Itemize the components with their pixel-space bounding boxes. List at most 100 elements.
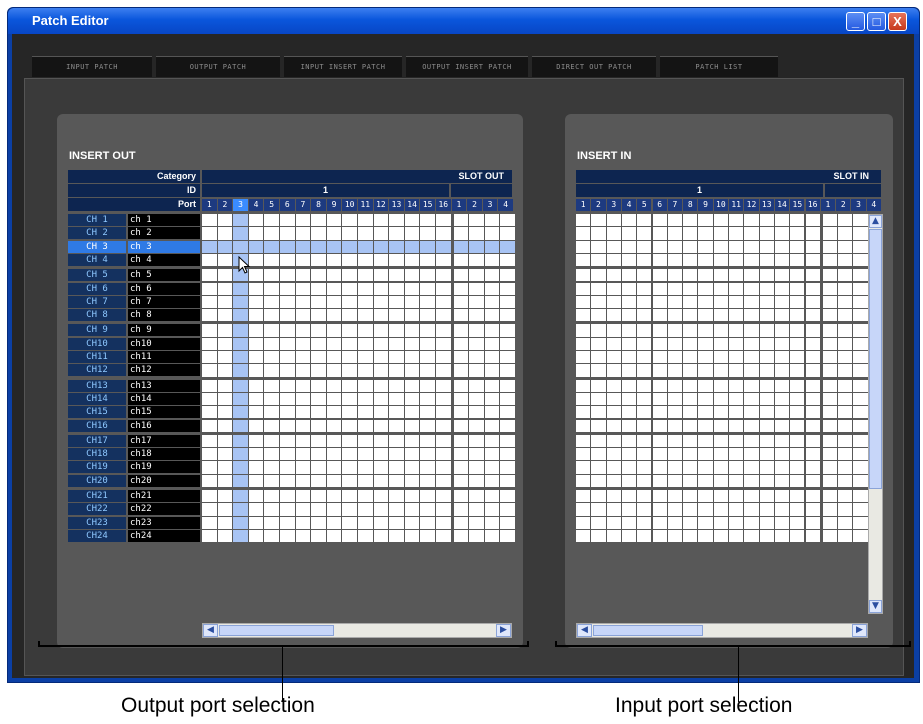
patch-cell[interactable] [326,309,342,322]
patch-cell[interactable] [436,406,451,419]
patch-cell[interactable] [404,529,420,543]
patch-cell[interactable] [606,503,621,516]
patch-cell[interactable] [790,351,805,364]
patch-cell[interactable] [744,227,759,240]
patch-cell[interactable] [790,448,805,461]
patch-cell[interactable] [295,529,311,543]
patch-cell[interactable] [500,309,515,322]
patch-cell[interactable] [790,364,805,377]
patch-cell[interactable] [469,503,484,516]
patch-cell[interactable] [713,324,728,337]
patch-cell[interactable] [358,379,373,392]
patch-cell[interactable] [358,253,373,267]
patch-cell[interactable] [326,448,342,461]
patch-cell[interactable] [853,364,868,377]
patch-cell[interactable] [774,214,790,227]
patch-cell[interactable] [759,503,774,516]
patch-cell[interactable] [342,392,357,406]
patch-cell[interactable] [295,406,311,419]
channel-name[interactable]: CH14 [68,392,126,405]
patch-cell[interactable] [805,503,820,516]
patch-cell[interactable] [404,448,420,461]
patch-cell[interactable] [576,324,591,337]
patch-cell[interactable] [373,503,389,516]
patch-cell[interactable] [713,474,728,487]
patch-cell[interactable] [420,434,435,448]
patch-cell[interactable] [500,419,515,432]
channel-name[interactable]: CH 2 [68,227,126,240]
patch-cell[interactable] [576,309,591,322]
patch-cell[interactable] [822,337,838,350]
patch-cell[interactable] [606,474,621,487]
patch-cell[interactable] [822,406,838,419]
patch-cell[interactable] [500,490,515,503]
patch-cell[interactable] [805,448,820,461]
patch-cell[interactable] [805,419,820,432]
patch-cell[interactable] [453,214,469,227]
patch-cell[interactable] [373,351,389,364]
patch-cell[interactable] [202,490,217,503]
patch-cell[interactable] [389,529,404,543]
patch-cell[interactable] [744,351,759,364]
patch-cell[interactable] [805,392,820,406]
patch-cell[interactable] [202,253,217,267]
patch-cell[interactable] [404,240,420,253]
patch-cell[interactable] [358,282,373,295]
patch-cell[interactable] [469,227,484,240]
patch-cell[interactable] [576,434,591,448]
patch-cell[interactable] [264,214,279,227]
patch-cell[interactable] [436,503,451,516]
patch-cell[interactable] [606,309,621,322]
patch-cell[interactable] [500,351,515,364]
patch-cell[interactable] [233,364,248,377]
patch-cell[interactable] [853,351,868,364]
patch-cell[interactable] [469,379,484,392]
patch-cell[interactable] [853,282,868,295]
patch-cell[interactable] [484,448,500,461]
patch-cell[interactable] [853,474,868,487]
patch-cell[interactable] [667,227,683,240]
patch-cell[interactable] [822,295,838,309]
patch-cell[interactable] [667,392,683,406]
patch-cell[interactable] [326,419,342,432]
patch-cell[interactable] [853,392,868,406]
patch-cell[interactable] [853,529,868,543]
patch-cell[interactable] [233,490,248,503]
patch-cell[interactable] [404,406,420,419]
patch-cell[interactable] [484,419,500,432]
patch-cell[interactable] [838,490,853,503]
patch-cell[interactable] [698,253,713,267]
patch-cell[interactable] [591,240,606,253]
channel-name[interactable]: CH23 [68,516,126,529]
patch-cell[interactable] [295,282,311,295]
patch-cell[interactable] [805,406,820,419]
patch-cell[interactable] [233,406,248,419]
patch-cell[interactable] [621,490,637,503]
patch-cell[interactable] [420,419,435,432]
channel-name[interactable]: CH 3 [68,240,126,253]
patch-cell[interactable] [774,419,790,432]
patch-cell[interactable] [606,240,621,253]
patch-cell[interactable] [233,434,248,448]
patch-cell[interactable] [295,419,311,432]
patch-cell[interactable] [790,392,805,406]
patch-cell[interactable] [713,516,728,529]
patch-cell[interactable] [469,309,484,322]
patch-cell[interactable] [652,269,667,282]
patch-cell[interactable] [774,227,790,240]
patch-cell[interactable] [326,324,342,337]
patch-cell[interactable] [404,351,420,364]
patch-cell[interactable] [667,295,683,309]
patch-cell[interactable] [683,490,698,503]
patch-cell[interactable] [822,461,838,474]
patch-cell[interactable] [576,448,591,461]
patch-cell[interactable] [621,269,637,282]
patch-cell[interactable] [652,351,667,364]
insert-out-horizontal-scrollbar[interactable]: ◀ ▶ [202,623,512,638]
patch-cell[interactable] [264,227,279,240]
patch-cell[interactable] [683,379,698,392]
patch-cell[interactable] [822,324,838,337]
patch-cell[interactable] [264,364,279,377]
patch-cell[interactable] [698,364,713,377]
channel-name[interactable]: CH13 [68,379,126,392]
